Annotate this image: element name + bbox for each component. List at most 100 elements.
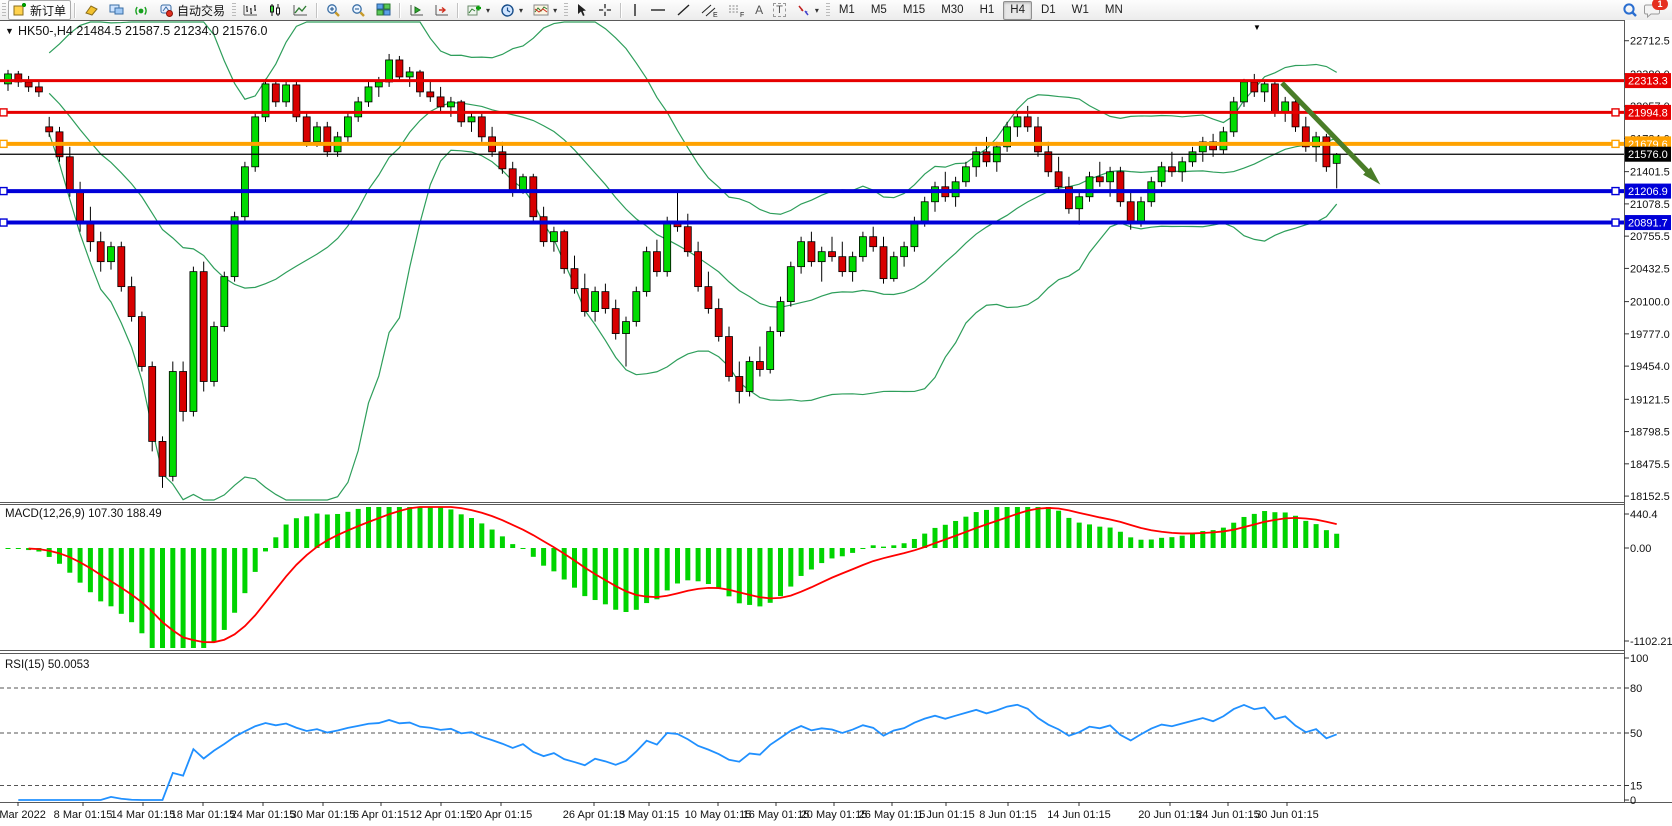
line-handle[interactable] (0, 219, 7, 226)
candle-down (715, 309, 722, 337)
time-tick-label[interactable]: 20 Jun 01:15 (1138, 809, 1202, 821)
macd-histogram-bar (541, 548, 546, 566)
macd-histogram-bar (1097, 527, 1102, 548)
trendline-button[interactable] (671, 0, 696, 20)
candle-up (1086, 177, 1093, 197)
macd-histogram-bar (16, 548, 21, 549)
macd-histogram-bar (850, 548, 855, 553)
candle-down (1292, 102, 1299, 127)
time-tick-label[interactable]: 10 May 01:15 (685, 809, 752, 821)
periods-button[interactable]: ▾ (495, 0, 528, 20)
equidistant-channel-button[interactable]: E (696, 0, 723, 20)
line-chart-button[interactable] (288, 0, 313, 20)
market-watch-button[interactable] (104, 0, 129, 20)
template-chart-icon (533, 3, 549, 17)
time-tick-label[interactable]: 26 Apr 01:15 (563, 809, 625, 821)
candle-up (787, 267, 794, 302)
macd-histogram-bar (150, 548, 155, 648)
candle-up (1138, 202, 1145, 222)
candle-up (921, 202, 928, 222)
toolbar: 新订单 自动交易 (0, 0, 1672, 21)
cursor-button[interactable] (570, 0, 593, 20)
price-tick-label: 22712.5 (1630, 36, 1670, 48)
line-handle[interactable] (1612, 140, 1619, 147)
svg-text:F: F (740, 12, 744, 18)
fibonacci-button[interactable]: F (723, 0, 750, 20)
candlestick-button[interactable] (263, 0, 288, 20)
line-handle[interactable] (1612, 188, 1619, 195)
arrows-button[interactable]: ▾ (791, 0, 824, 20)
candle-up (890, 257, 897, 279)
chart-shift-button[interactable] (429, 0, 454, 20)
time-tick-label[interactable]: 14 Mar 01:15 (111, 809, 176, 821)
timeframe-button-m30[interactable]: M30 (934, 1, 970, 20)
candle-up (798, 242, 805, 267)
signals-button[interactable] (129, 0, 154, 20)
chart-title: ▼HK50-,H4 21484.5 21587.5 21234.0 21576.… (5, 24, 268, 38)
candle-down (1168, 167, 1175, 172)
zoom-out-button[interactable] (346, 0, 371, 20)
line-handle[interactable] (1612, 219, 1619, 226)
time-tick-label[interactable]: 12 Apr 01:15 (410, 809, 472, 821)
tile-windows-button[interactable] (371, 0, 396, 20)
search-icon[interactable] (1622, 2, 1638, 18)
candle-down (138, 317, 145, 367)
line-handle[interactable] (0, 109, 7, 116)
line-handle[interactable] (1612, 109, 1619, 116)
time-tick-label[interactable]: 24 Mar 01:15 (231, 809, 296, 821)
timeframe-button-h4[interactable]: H4 (1003, 1, 1032, 20)
crosshair-button[interactable] (593, 0, 617, 20)
time-tick-label[interactable]: 20 May 01:15 (801, 809, 868, 821)
chart-shift-icon (434, 3, 449, 17)
new-order-button[interactable]: 新订单 (8, 0, 71, 20)
macd-histogram-bar (1314, 524, 1319, 548)
timeframe-button-w1[interactable]: W1 (1065, 1, 1096, 20)
notifications-icon[interactable]: 1 (1644, 2, 1662, 18)
time-tick-label[interactable]: 14 Jun 01:15 (1047, 809, 1111, 821)
time-tick-label[interactable]: 6 Apr 01:15 (353, 809, 409, 821)
time-tick-label[interactable]: 1 Jun 01:15 (917, 809, 975, 821)
time-tick-label[interactable]: 30 Mar 01:15 (291, 809, 356, 821)
time-tick-label[interactable]: 16 May 01:15 (743, 809, 810, 821)
time-tick-label[interactable]: 2 Mar 2022 (0, 809, 46, 821)
auto-scroll-button[interactable] (404, 0, 429, 20)
templates-button[interactable]: ▾ (528, 0, 562, 20)
autotrading-button[interactable]: 自动交易 (154, 0, 230, 20)
chart-area[interactable]: ▼22712.522380.022057.021734.021401.52107… (0, 20, 1672, 826)
horizontal-line-button[interactable] (645, 0, 671, 20)
time-tick-label[interactable]: 8 Jun 01:15 (979, 809, 1037, 821)
time-tick-label[interactable]: 3 May 01:15 (619, 809, 680, 821)
line-handle[interactable] (0, 140, 7, 147)
timeframe-button-mn[interactable]: MN (1098, 1, 1130, 20)
time-tick-label[interactable]: 26 May 01:15 (859, 809, 926, 821)
candle-down (478, 117, 485, 137)
symbol-dropdown-icon[interactable]: ▼ (5, 26, 14, 36)
time-tick-label[interactable]: 8 Mar 01:15 (54, 809, 113, 821)
auto-scroll-icon (409, 3, 424, 17)
timeframe-button-d1[interactable]: D1 (1034, 1, 1063, 20)
market-depth-button[interactable] (79, 0, 104, 20)
macd-histogram-bar (1262, 511, 1267, 548)
zoom-in-button[interactable] (321, 0, 346, 20)
candle-down (612, 309, 619, 334)
line-handle[interactable] (0, 188, 7, 195)
time-tick-label[interactable]: 30 Jun 01:15 (1255, 809, 1319, 821)
timeframe-button-h1[interactable]: H1 (973, 1, 1002, 20)
timeframe-button-m1[interactable]: M1 (832, 1, 862, 20)
time-tick-label[interactable]: 18 Mar 01:15 (171, 809, 236, 821)
text-label-button[interactable]: T (768, 0, 791, 20)
macd-histogram-bar (109, 548, 114, 606)
indicators-button[interactable]: ▾ (462, 0, 495, 20)
text-button[interactable]: A (750, 0, 768, 20)
candle-up (911, 222, 918, 247)
timeframe-button-m15[interactable]: M15 (896, 1, 932, 20)
time-tick-label[interactable]: 20 Apr 01:15 (470, 809, 532, 821)
time-tick-label[interactable]: 24 Jun 01:15 (1196, 809, 1260, 821)
macd-histogram-bar (1231, 523, 1236, 548)
gold-book-icon (84, 3, 99, 17)
timeframe-button-m5[interactable]: M5 (864, 1, 894, 20)
bar-chart-button[interactable] (238, 0, 263, 20)
trendline-icon (676, 3, 691, 17)
vertical-line-button[interactable] (625, 0, 645, 20)
macd-histogram-bar (232, 548, 237, 613)
